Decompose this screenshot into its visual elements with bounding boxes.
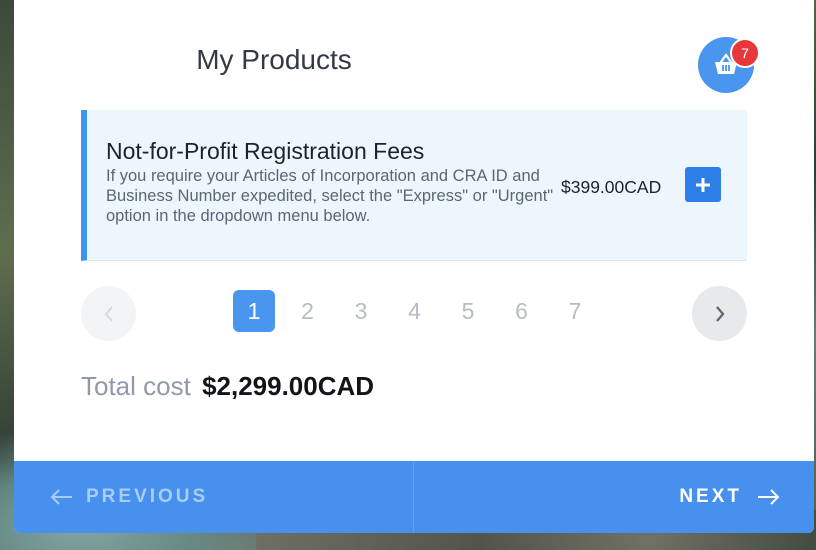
products-modal: My Products 7 Not-for-Profit Registratio… [14, 0, 814, 533]
page-button-6[interactable]: 6 [501, 290, 543, 332]
page-button-2[interactable]: 2 [287, 290, 329, 332]
add-product-button[interactable] [685, 167, 721, 202]
next-button[interactable]: NEXT [414, 461, 814, 533]
pagination-prev-button[interactable] [81, 286, 136, 341]
pagination-next-button[interactable] [692, 286, 747, 341]
modal-title: My Products [196, 44, 352, 75]
product-price: $399.00CAD [561, 177, 662, 197]
product-card: Not-for-Profit Registration Fees If you … [81, 110, 747, 261]
pagination-pages: 1 2 3 4 5 6 7 [233, 290, 596, 332]
arrow-left-icon [50, 489, 72, 505]
cart-count-badge: 7 [730, 38, 760, 68]
page-button-1[interactable]: 1 [233, 290, 275, 332]
product-name: Not-for-Profit Registration Fees [106, 138, 425, 164]
previous-button-label: PREVIOUS [86, 486, 209, 507]
chevron-left-icon [104, 305, 113, 322]
page-button-3[interactable]: 3 [340, 290, 382, 332]
total-cost: Total cost $2,299.00CAD [81, 371, 374, 402]
total-cost-label: Total cost [81, 371, 191, 401]
page-button-4[interactable]: 4 [394, 290, 436, 332]
page-button-7[interactable]: 7 [554, 290, 596, 332]
plus-icon [696, 177, 710, 192]
chevron-right-icon [715, 305, 724, 322]
page-button-5[interactable]: 5 [447, 290, 489, 332]
footer-nav: PREVIOUS NEXT [14, 461, 814, 533]
product-description: If you require your Articles of Incorpor… [106, 167, 554, 225]
next-button-label: NEXT [679, 486, 742, 507]
arrow-right-icon [758, 489, 780, 505]
total-cost-amount: $2,299.00CAD [202, 371, 375, 401]
previous-button[interactable]: PREVIOUS [14, 461, 414, 533]
